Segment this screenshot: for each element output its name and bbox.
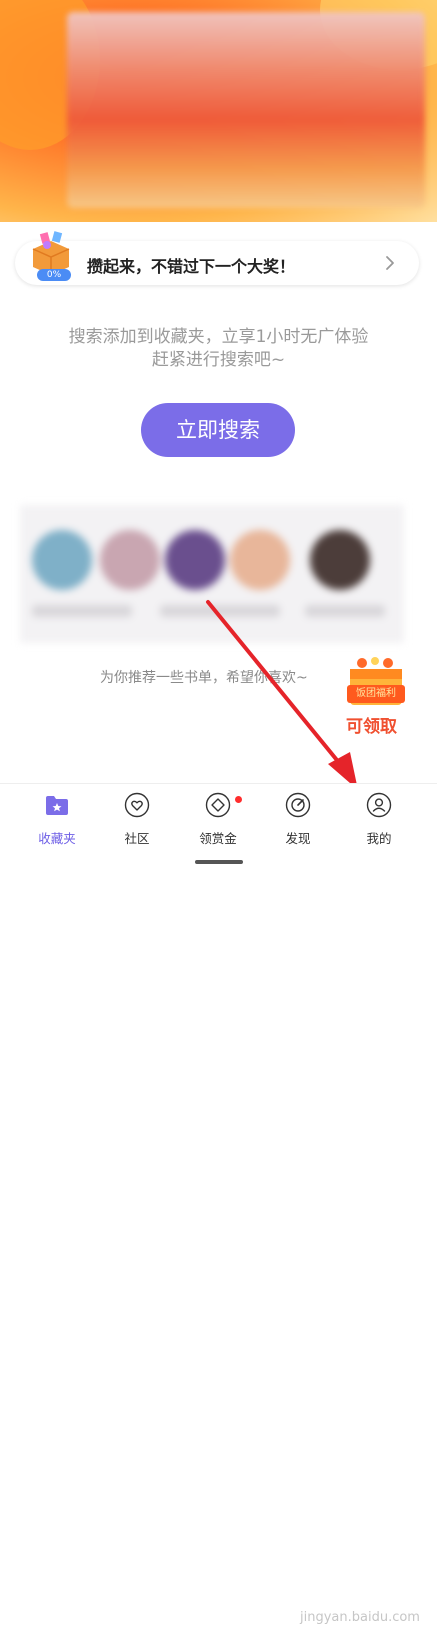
tab-profile[interactable]: 我的 [344, 792, 414, 847]
watermark: jingyan.baidu.com [300, 1610, 420, 1625]
tab-label: 发现 [285, 831, 311, 846]
tab-community[interactable]: 社区 [102, 792, 172, 847]
tab-favorites[interactable]: 收藏夹 [22, 792, 92, 847]
tab-bounty[interactable]: 领赏金 [183, 792, 253, 847]
recommend-caption: 为你推荐一些书单，希望你喜欢~ [100, 670, 308, 686]
home-indicator[interactable] [195, 860, 243, 864]
search-now-button[interactable]: 立即搜索 [141, 403, 295, 457]
book-title-placeholder [160, 605, 280, 617]
welfare-badge[interactable]: 饭团福利 可领取 [340, 655, 412, 737]
empty-state-line2: 赶紧进行搜索吧~ [151, 350, 286, 370]
welfare-tag: 饭团福利 [347, 685, 405, 703]
tab-label: 社区 [124, 831, 150, 846]
book-cover[interactable] [165, 530, 225, 590]
book-cover[interactable] [310, 530, 370, 590]
compass-icon [285, 792, 311, 818]
tab-label: 收藏夹 [38, 831, 76, 846]
profile-icon [366, 792, 392, 818]
promo-bar[interactable]: 0% 攒起来，不错过下一个大奖！ [15, 231, 419, 285]
tab-label: 我的 [366, 831, 392, 846]
book-title-placeholder [305, 605, 385, 617]
book-cover[interactable] [100, 530, 160, 590]
diamond-icon [205, 792, 231, 818]
top-banner[interactable] [0, 0, 437, 222]
book-cover[interactable] [32, 530, 92, 590]
progress-badge: 0% [37, 269, 71, 281]
banner-image [67, 12, 425, 208]
book-title-placeholder [32, 605, 132, 617]
book-cover[interactable] [230, 530, 290, 590]
notification-dot [235, 796, 242, 803]
claim-label[interactable]: 可领取 [346, 712, 397, 737]
recommended-books[interactable] [20, 505, 404, 643]
heart-icon [124, 792, 150, 818]
tab-discover[interactable]: 发现 [263, 792, 333, 847]
promo-text: 攒起来，不错过下一个大奖！ [87, 257, 296, 276]
chevron-right-icon[interactable] [381, 254, 399, 272]
tab-label: 领赏金 [199, 831, 237, 846]
folder-star-icon [46, 796, 68, 815]
empty-state-line1: 搜索添加到收藏夹，立享1小时无广体验 [68, 327, 369, 347]
